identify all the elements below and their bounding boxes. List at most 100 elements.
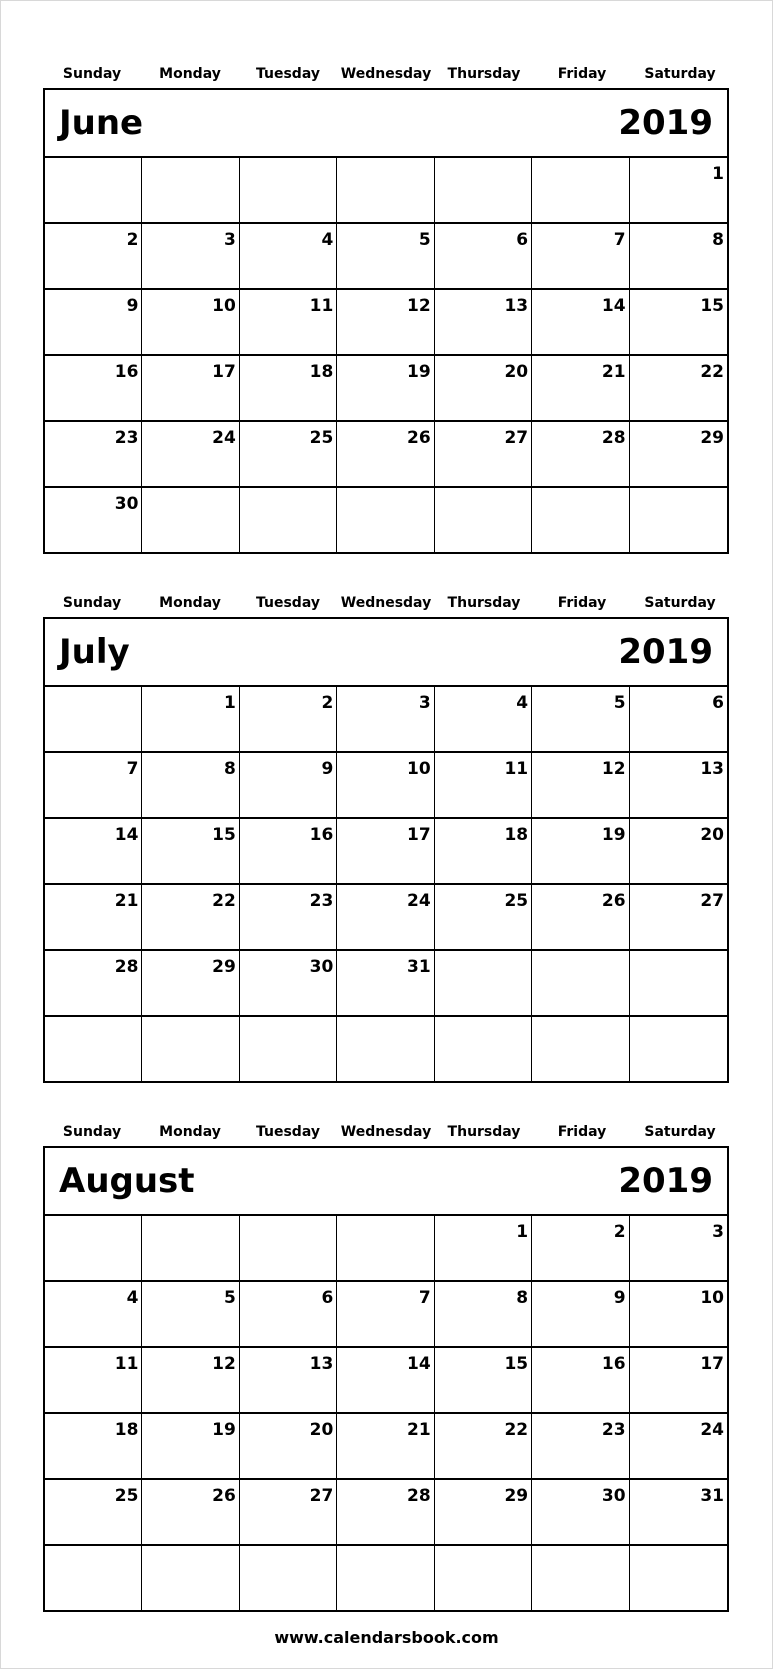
day-number: 11 — [114, 1354, 139, 1374]
day-cell: 29 — [142, 951, 240, 1017]
day-cell: 19 — [142, 1414, 240, 1480]
day-cell: 2 — [532, 1216, 630, 1282]
day-number: 28 — [601, 428, 626, 448]
day-number: 5 — [613, 693, 626, 713]
day-cell: 23 — [239, 885, 338, 951]
day-number: 12 — [601, 759, 626, 779]
weekday-label-tuesday: Tuesday — [256, 66, 320, 82]
empty-day-cell — [45, 1017, 143, 1081]
day-cell: 23 — [532, 1414, 630, 1480]
day-number: 2 — [613, 1222, 626, 1242]
day-cell: 16 — [45, 356, 143, 422]
day-cell: 29 — [629, 422, 727, 488]
month-year: 2019 — [618, 103, 713, 143]
day-number: 31 — [407, 957, 431, 977]
day-cell: 17 — [337, 819, 435, 885]
day-number: 6 — [712, 693, 724, 713]
weekday-label-saturday: Saturday — [644, 595, 716, 611]
day-cell: 7 — [532, 224, 630, 290]
day-number: 21 — [114, 891, 139, 911]
day-cell: 6 — [434, 224, 533, 290]
day-cell: 30 — [239, 951, 338, 1017]
empty-day-cell — [239, 158, 338, 224]
day-number: 21 — [407, 1420, 431, 1440]
day-number: 16 — [114, 362, 139, 382]
day-number: 16 — [601, 1354, 626, 1374]
day-number: 19 — [601, 825, 626, 845]
day-cell: 25 — [45, 1480, 143, 1546]
day-number: 23 — [601, 1420, 626, 1440]
day-cell: 3 — [337, 687, 435, 753]
day-cell: 31 — [337, 951, 435, 1017]
day-number: 9 — [126, 296, 139, 316]
days-grid: 1 2 3 4 5 6 7 8 9 10 11 12 13 14 15 16 17 18 19 20 21 22 23 24 2… — [45, 1216, 727, 1610]
day-number: 7 — [613, 230, 626, 250]
day-cell: 3 — [629, 1216, 727, 1282]
day-number: 20 — [309, 1420, 334, 1440]
day-cell: 29 — [434, 1480, 533, 1546]
day-cell: 30 — [532, 1480, 630, 1546]
day-number: 30 — [309, 957, 334, 977]
day-cell: 24 — [142, 422, 240, 488]
day-cell: 10 — [337, 753, 435, 819]
day-number: 30 — [114, 494, 139, 514]
day-number: 26 — [601, 891, 626, 911]
weekday-label-wednesday: Wednesday — [340, 66, 432, 82]
day-number: 5 — [224, 1288, 236, 1308]
month-year: 2019 — [618, 1161, 713, 1201]
weekday-label-sunday: Sunday — [62, 66, 122, 82]
weekday-label-friday: Friday — [557, 1124, 607, 1140]
day-number: 18 — [504, 825, 529, 845]
empty-day-cell — [532, 951, 630, 1017]
day-cell: 4 — [434, 687, 533, 753]
day-number: 20 — [700, 825, 724, 845]
day-cell: 20 — [434, 356, 533, 422]
day-number: 15 — [700, 296, 724, 316]
day-number: 17 — [407, 825, 431, 845]
month-name: June — [59, 103, 144, 143]
day-cell: 11 — [239, 290, 338, 356]
day-cell: 15 — [434, 1348, 533, 1414]
day-cell: 20 — [629, 819, 727, 885]
day-number: 26 — [212, 1486, 236, 1506]
day-number: 19 — [407, 362, 431, 382]
day-cell: 31 — [629, 1480, 727, 1546]
day-number: 7 — [418, 1288, 431, 1308]
day-cell: 8 — [434, 1282, 533, 1348]
day-cell: 1 — [142, 687, 240, 753]
day-cell: 3 — [142, 224, 240, 290]
day-cell: 7 — [337, 1282, 435, 1348]
day-number: 22 — [504, 1420, 529, 1440]
day-number: 20 — [504, 362, 529, 382]
day-number: 22 — [700, 362, 724, 382]
day-cell: 12 — [532, 753, 630, 819]
day-cell: 9 — [45, 290, 143, 356]
day-cell: 6 — [629, 687, 727, 753]
weekday-label-friday: Friday — [557, 66, 607, 82]
day-number: 3 — [418, 693, 431, 713]
month-name: August — [59, 1161, 195, 1201]
day-number: 8 — [712, 230, 724, 250]
day-cell: 21 — [337, 1414, 435, 1480]
weekday-label-wednesday: Wednesday — [340, 595, 432, 611]
empty-day-cell — [532, 1017, 630, 1081]
empty-day-cell — [45, 1216, 143, 1282]
day-cell: 6 — [239, 1282, 338, 1348]
day-number: 2 — [126, 230, 139, 250]
empty-day-cell — [630, 488, 727, 552]
days-grid: 1 2 3 4 5 6 7 8 9 10 11 12 13 14 15 16 17 18 19 20 21 22 23 24 2… — [45, 158, 727, 552]
day-number: 4 — [321, 230, 334, 250]
day-cell: 12 — [337, 290, 435, 356]
day-number: 30 — [601, 1486, 626, 1506]
day-number: 24 — [700, 1420, 724, 1440]
day-number: 11 — [309, 296, 334, 316]
day-number: 23 — [309, 891, 334, 911]
day-cell: 19 — [337, 356, 435, 422]
day-cell: 8 — [629, 224, 727, 290]
day-number: 12 — [407, 296, 431, 316]
day-cell: 5 — [337, 224, 435, 290]
weekday-label-tuesday: Tuesday — [256, 1124, 320, 1140]
day-number: 13 — [504, 296, 529, 316]
day-cell: 18 — [239, 356, 338, 422]
day-cell: 14 — [45, 819, 143, 885]
